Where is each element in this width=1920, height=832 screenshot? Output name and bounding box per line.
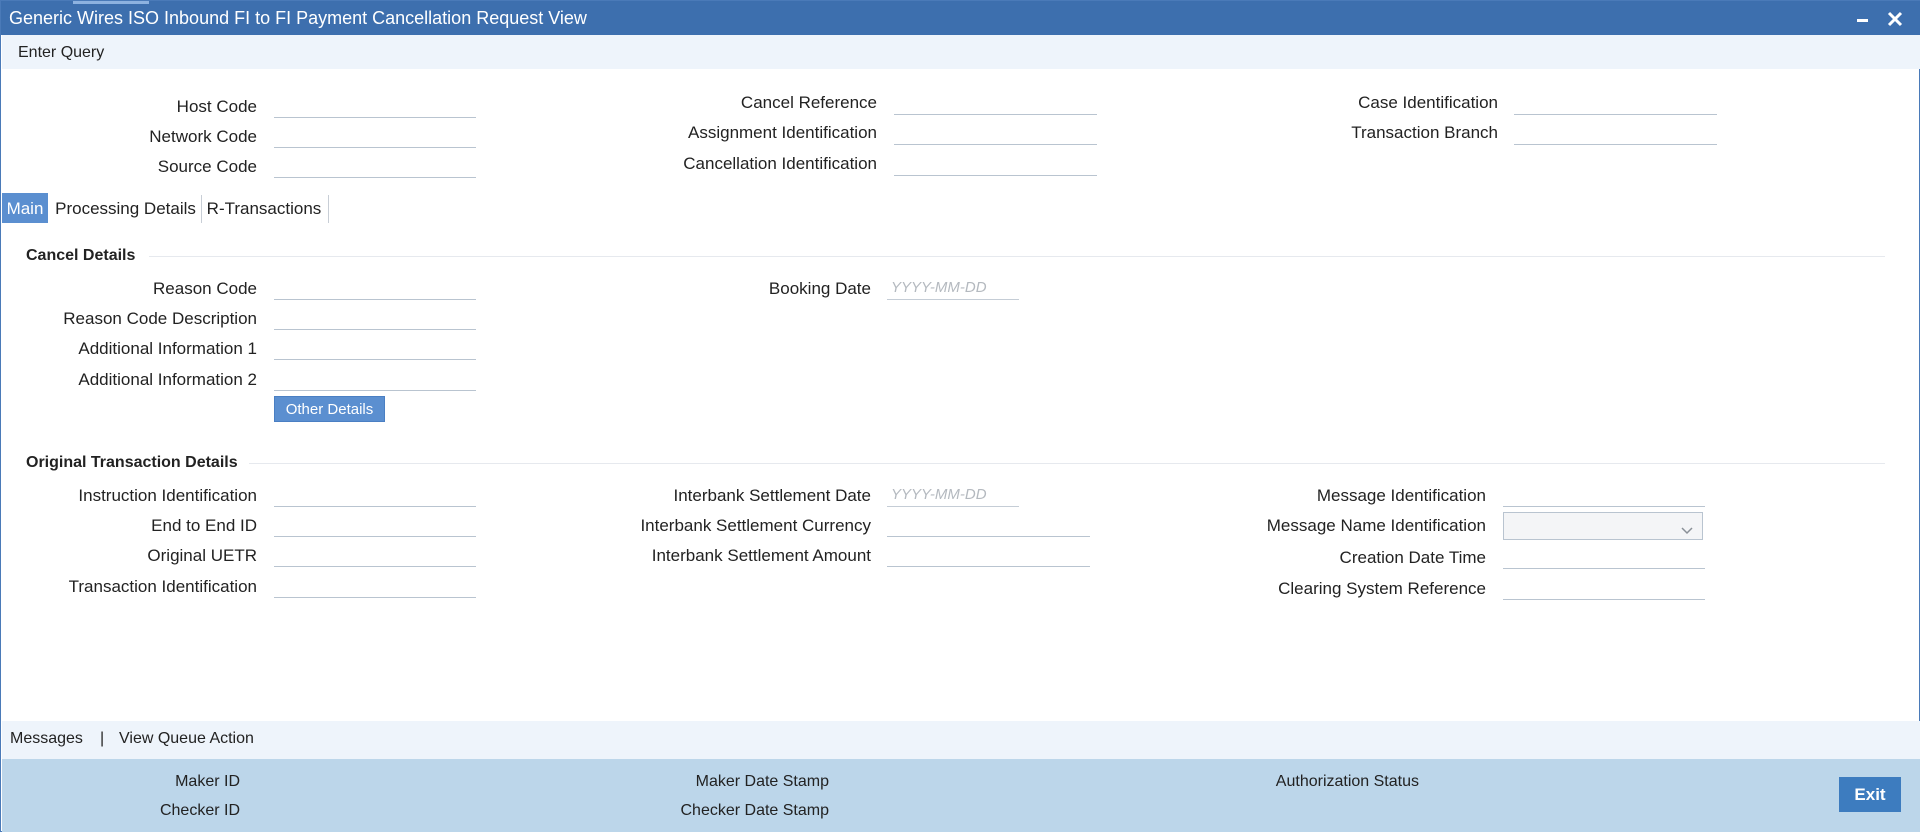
case-identification-field[interactable] [1514,91,1717,115]
interbank-settlement-currency-label: Interbank Settlement Currency [640,516,871,535]
messages-separator: | [100,730,105,747]
network-code-field[interactable] [274,124,476,148]
additional-information-1-label: Additional Information 1 [78,339,257,358]
enter-query-menu-item[interactable]: Enter Query [18,44,104,62]
checker-id-label: Checker ID [159,802,240,819]
checker-date-stamp-label: Checker Date Stamp [680,802,829,819]
additional-information-2-field[interactable] [274,367,476,391]
reason-code-field[interactable] [274,276,476,300]
reason-code-label: Reason Code [153,279,257,298]
reason-code-description-label: Reason Code Description [63,309,257,328]
reason-code-description-field[interactable] [274,306,476,330]
close-icon[interactable] [1884,6,1906,30]
case-identification-label: Case Identification [1358,93,1498,112]
cancel-details-title: Cancel Details [26,247,136,264]
menu-bar: Enter Query [2,35,1920,69]
minimize-icon[interactable] [1852,6,1874,30]
assignment-identification-label: Assignment Identification [688,123,877,142]
message-name-identification-label: Message Name Identification [1266,516,1486,535]
view-queue-action-link[interactable]: View Queue Action [119,730,254,748]
interbank-settlement-amount-field[interactable] [887,543,1090,567]
tab-processing-details[interactable]: Processing Details [54,193,197,223]
creation-date-time-field[interactable] [1503,545,1705,569]
title-bar: Generic Wires ISO Inbound FI to FI Payme… [1,1,1920,35]
clearing-system-reference-label: Clearing System Reference [1278,579,1486,598]
window-title: Generic Wires ISO Inbound FI to FI Payme… [9,8,587,28]
additional-information-1-field[interactable] [274,336,476,360]
chevron-down-icon [1680,521,1694,535]
end-to-end-id-label: End to End ID [151,516,257,535]
tab-main[interactable]: Main [2,193,48,223]
tab-separator [328,195,329,223]
interbank-settlement-date-field[interactable] [887,483,1019,507]
clearing-system-reference-field[interactable] [1503,576,1705,600]
network-code-label: Network Code [149,127,257,146]
other-details-button[interactable]: Other Details [274,396,385,422]
creation-date-time-label: Creation Date Time [1339,548,1486,567]
original-transaction-details-rule [249,463,1885,464]
interbank-settlement-amount-label: Interbank Settlement Amount [651,546,871,565]
instruction-identification-field[interactable] [274,483,476,507]
cancel-reference-label: Cancel Reference [740,93,877,112]
transaction-branch-field[interactable] [1514,121,1717,145]
assignment-identification-field[interactable] [894,121,1097,145]
source-code-label: Source Code [157,157,257,176]
transaction-branch-label: Transaction Branch [1351,123,1498,142]
exit-button[interactable]: Exit [1839,777,1901,812]
transaction-identification-field[interactable] [274,574,476,598]
messages-link[interactable]: Messages [10,730,83,748]
tab-r-transactions[interactable]: R-Transactions [206,193,322,223]
message-name-identification-select[interactable] [1503,512,1703,540]
host-code-label: Host Code [176,97,257,116]
booking-date-field[interactable] [887,276,1019,300]
host-code-field[interactable] [274,94,476,118]
end-to-end-id-field[interactable] [274,513,476,537]
original-transaction-details-title: Original Transaction Details [26,454,238,471]
maker-date-stamp-label: Maker Date Stamp [695,773,829,790]
messages-bar: Messages | View Queue Action [2,721,1920,759]
cancel-details-rule [149,256,1885,257]
booking-date-label: Booking Date [768,279,871,298]
footer-audit-bar: Maker ID Checker ID Maker Date Stamp Che… [2,759,1920,832]
title-accent [73,1,149,4]
additional-information-2-label: Additional Information 2 [78,370,257,389]
maker-id-label: Maker ID [175,773,240,790]
interbank-settlement-currency-field[interactable] [887,513,1090,537]
main-window: Generic Wires ISO Inbound FI to FI Payme… [0,0,1920,832]
instruction-identification-label: Instruction Identification [78,486,257,505]
cancel-reference-field[interactable] [894,91,1097,115]
transaction-identification-label: Transaction Identification [68,577,257,596]
interbank-settlement-date-label: Interbank Settlement Date [673,486,871,505]
cancellation-identification-field[interactable] [894,152,1097,176]
tab-separator [201,195,202,223]
message-identification-label: Message Identification [1316,486,1486,505]
original-uetr-field[interactable] [274,543,476,567]
cancellation-identification-label: Cancellation Identification [683,154,877,173]
authorization-status-label: Authorization Status [1275,773,1419,790]
message-identification-field[interactable] [1503,483,1705,507]
original-uetr-label: Original UETR [147,546,257,565]
source-code-field[interactable] [274,154,476,178]
